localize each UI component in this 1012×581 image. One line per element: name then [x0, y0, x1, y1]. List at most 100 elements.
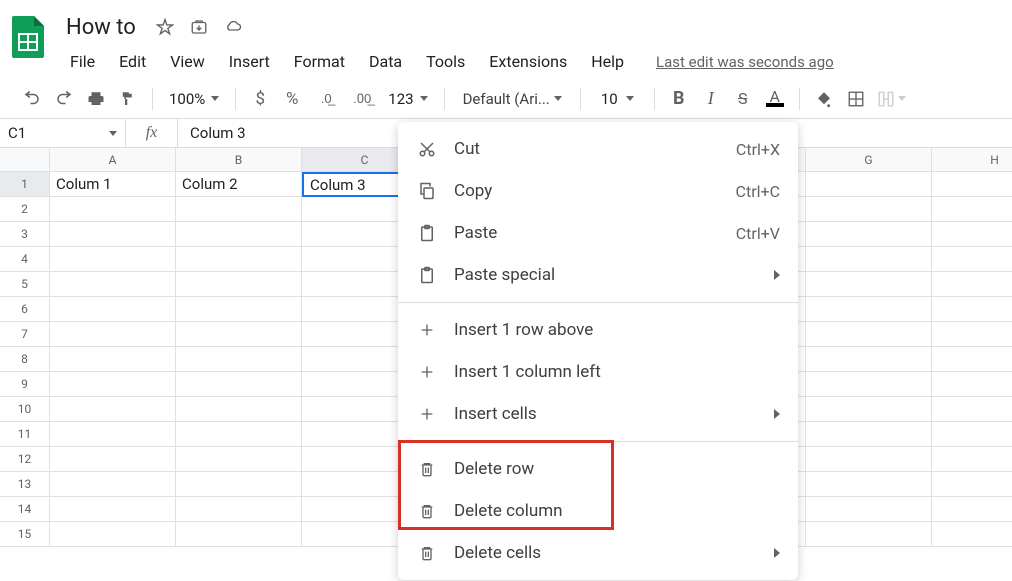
percent-button[interactable]: %	[278, 85, 306, 113]
strikethrough-button[interactable]: S	[729, 85, 757, 113]
menu-cut[interactable]: Cut Ctrl+X	[398, 128, 798, 170]
cell[interactable]	[806, 397, 932, 422]
cell[interactable]	[932, 172, 1012, 197]
cell[interactable]	[932, 397, 1012, 422]
sheets-logo[interactable]	[8, 14, 48, 60]
menu-copy[interactable]: Copy Ctrl+C	[398, 170, 798, 212]
cell[interactable]	[806, 172, 932, 197]
move-icon[interactable]	[190, 18, 208, 36]
cell[interactable]	[176, 522, 302, 547]
row-header[interactable]: 3	[0, 222, 50, 247]
col-header[interactable]: H	[932, 148, 1012, 172]
cell[interactable]	[932, 422, 1012, 447]
cell[interactable]	[932, 197, 1012, 222]
last-edit-link[interactable]: Last edit was seconds ago	[656, 53, 834, 71]
menu-tools[interactable]: Tools	[416, 48, 475, 75]
menu-paste[interactable]: Paste Ctrl+V	[398, 212, 798, 254]
cell[interactable]	[176, 322, 302, 347]
cell[interactable]	[50, 522, 176, 547]
cell[interactable]: Colum 2	[176, 172, 302, 197]
row-header[interactable]: 11	[0, 422, 50, 447]
menu-insert-row[interactable]: Insert 1 row above	[398, 309, 798, 351]
row-header[interactable]: 10	[0, 397, 50, 422]
row-header[interactable]: 8	[0, 347, 50, 372]
cell[interactable]	[176, 272, 302, 297]
cell[interactable]	[50, 297, 176, 322]
cell[interactable]	[50, 197, 176, 222]
cell[interactable]	[176, 422, 302, 447]
cell[interactable]	[806, 497, 932, 522]
menu-data[interactable]: Data	[359, 48, 412, 75]
cell[interactable]	[932, 247, 1012, 272]
row-header[interactable]: 4	[0, 247, 50, 272]
undo-button[interactable]	[18, 85, 46, 113]
cell[interactable]	[176, 447, 302, 472]
cell[interactable]	[932, 322, 1012, 347]
borders-button[interactable]	[842, 85, 870, 113]
font-select[interactable]: Default (Ari...	[455, 88, 570, 110]
italic-button[interactable]: I	[697, 85, 725, 113]
cell[interactable]	[932, 447, 1012, 472]
cell[interactable]: Colum 1	[50, 172, 176, 197]
cell[interactable]	[806, 272, 932, 297]
cell[interactable]	[806, 197, 932, 222]
cloud-icon[interactable]	[224, 18, 242, 36]
number-format-select[interactable]: 123	[382, 88, 433, 110]
menu-extensions[interactable]: Extensions	[479, 48, 577, 75]
col-header[interactable]: G	[806, 148, 932, 172]
menu-delete-cells[interactable]: Delete cells	[398, 532, 798, 574]
cell[interactable]	[50, 422, 176, 447]
row-header[interactable]: 6	[0, 297, 50, 322]
cell[interactable]	[806, 447, 932, 472]
cell[interactable]	[932, 272, 1012, 297]
font-size-select[interactable]: 10	[591, 88, 644, 110]
cell[interactable]	[50, 372, 176, 397]
cell[interactable]	[176, 497, 302, 522]
cell[interactable]	[806, 247, 932, 272]
cell[interactable]	[806, 472, 932, 497]
cell[interactable]	[806, 522, 932, 547]
cell[interactable]	[176, 222, 302, 247]
menu-delete-row[interactable]: Delete row	[398, 448, 798, 490]
menu-edit[interactable]: Edit	[109, 48, 156, 75]
menu-insert-col[interactable]: Insert 1 column left	[398, 351, 798, 393]
cell[interactable]	[932, 472, 1012, 497]
cell[interactable]	[932, 372, 1012, 397]
cell[interactable]	[50, 222, 176, 247]
row-header[interactable]: 2	[0, 197, 50, 222]
cell[interactable]	[176, 372, 302, 397]
select-all-corner[interactable]	[0, 148, 50, 172]
cell[interactable]	[932, 222, 1012, 247]
print-button[interactable]	[82, 85, 110, 113]
row-header[interactable]: 5	[0, 272, 50, 297]
star-icon[interactable]	[156, 18, 174, 36]
cell[interactable]	[50, 347, 176, 372]
menu-delete-col[interactable]: Delete column	[398, 490, 798, 532]
cell[interactable]	[176, 472, 302, 497]
col-header[interactable]: A	[50, 148, 176, 172]
increase-decimal-button[interactable]: .00̲	[346, 85, 378, 113]
menu-paste-special[interactable]: Paste special	[398, 254, 798, 296]
bold-button[interactable]: B	[665, 85, 693, 113]
cell[interactable]	[932, 297, 1012, 322]
paint-format-button[interactable]	[114, 85, 142, 113]
name-box[interactable]: C1	[0, 119, 126, 147]
cell[interactable]	[176, 347, 302, 372]
menu-view[interactable]: View	[160, 48, 215, 75]
menu-format[interactable]: Format	[284, 48, 355, 75]
text-color-button[interactable]: A	[761, 85, 789, 113]
cell[interactable]	[932, 522, 1012, 547]
merge-cells-button[interactable]	[874, 85, 910, 113]
zoom-select[interactable]: 100%	[163, 88, 225, 110]
decrease-decimal-button[interactable]: .0̲	[310, 85, 342, 113]
row-header[interactable]: 9	[0, 372, 50, 397]
menu-insert-cells[interactable]: Insert cells	[398, 393, 798, 435]
currency-button[interactable]: $	[246, 85, 274, 113]
cell[interactable]	[176, 247, 302, 272]
redo-button[interactable]	[50, 85, 78, 113]
row-header[interactable]: 14	[0, 497, 50, 522]
row-header[interactable]: 7	[0, 322, 50, 347]
cell[interactable]	[50, 447, 176, 472]
menu-file[interactable]: File	[60, 48, 105, 75]
cell[interactable]	[932, 497, 1012, 522]
